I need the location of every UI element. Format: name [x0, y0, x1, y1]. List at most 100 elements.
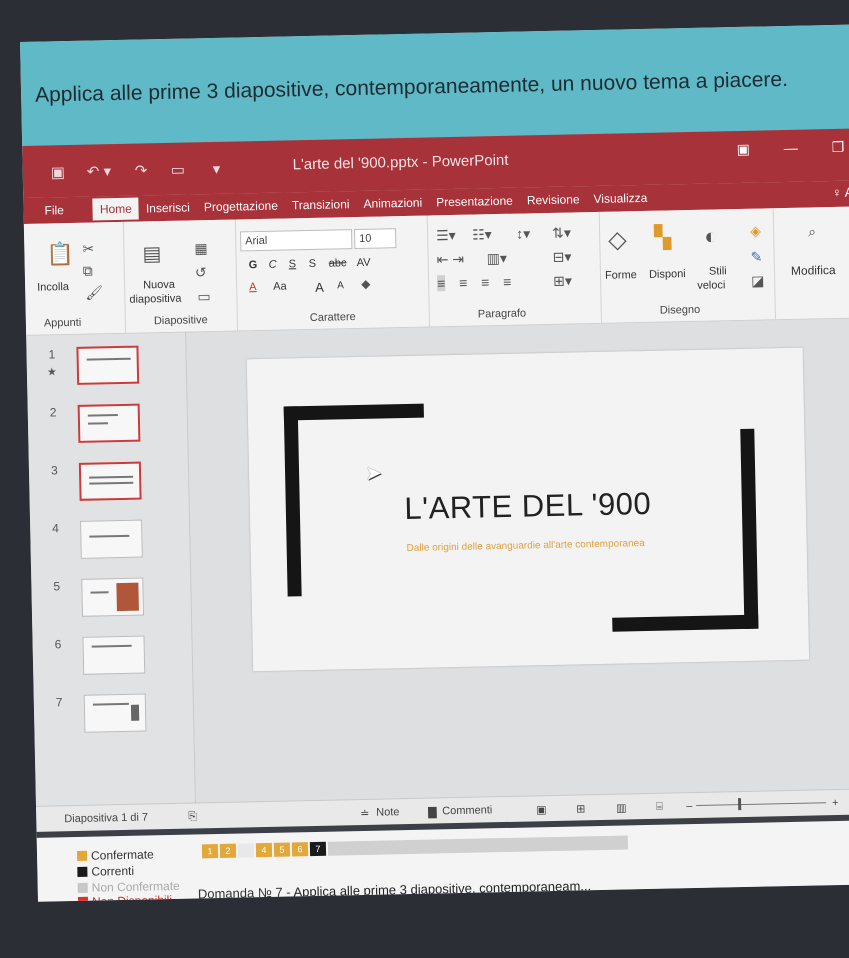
question-number-strip	[327, 835, 629, 856]
drawing-label: Disegno	[659, 303, 701, 317]
align-left-icon[interactable]: ≡	[436, 275, 446, 292]
minimize-icon[interactable]: —	[784, 140, 798, 157]
slide-thumbnail-1[interactable]	[76, 345, 140, 385]
font-size-input[interactable]: 10	[353, 228, 397, 250]
line-spacing-icon[interactable]: ↕▾	[516, 225, 530, 242]
comments-button[interactable]: Commenti	[442, 804, 492, 817]
zoom-out-icon[interactable]: –	[686, 800, 692, 812]
question-number-6[interactable]: 6	[291, 842, 309, 857]
text-direction-icon[interactable]: ⇅▾	[552, 225, 571, 242]
smartart-icon[interactable]: ⊞▾	[553, 272, 572, 289]
tab-animations[interactable]: Animazioni	[356, 191, 429, 215]
tab-transitions[interactable]: Transizioni	[285, 193, 357, 216]
tab-review[interactable]: Revisione	[520, 188, 587, 211]
lightbulb-icon[interactable]: ♀ A	[832, 185, 849, 200]
shapes-button[interactable]: Forme	[605, 269, 637, 282]
change-case-button[interactable]: Aa	[273, 280, 287, 292]
zoom-slider-thumb[interactable]	[737, 798, 742, 811]
slide-thumbnail-3[interactable]	[78, 461, 142, 501]
slideshow-view-icon[interactable]: ⌸	[656, 801, 663, 814]
zoom-in-button[interactable]: +	[832, 797, 839, 809]
question-number-5[interactable]: 5	[273, 842, 291, 857]
quick-styles-icon[interactable]: ◐	[704, 223, 718, 249]
align-center-icon[interactable]: ≡	[459, 275, 468, 291]
tab-view[interactable]: Visualizza	[586, 187, 654, 210]
shape-effects-icon[interactable]: ◪	[751, 272, 765, 289]
question-prompt: Domanda № 7 - Applica alle prime 3 diapo…	[198, 878, 592, 901]
comments-icon[interactable]: ▇	[428, 805, 437, 818]
bold-button[interactable]: G	[249, 259, 258, 271]
section-icon[interactable]: ▭	[197, 288, 211, 305]
question-number-1[interactable]: 1	[201, 844, 219, 859]
tab-home[interactable]: Home	[92, 197, 140, 221]
legend-confirmed-label: Confermate	[90, 847, 154, 863]
tab-design[interactable]: Progettazione	[197, 194, 286, 218]
normal-view-icon[interactable]: ▣	[536, 803, 547, 816]
slide-thumbnail-7[interactable]	[83, 693, 147, 733]
spell-check-icon[interactable]: ⎘	[188, 810, 197, 823]
editing-button[interactable]: Modifica	[791, 263, 836, 278]
notes-icon[interactable]: ≐	[360, 807, 369, 820]
reading-view-icon[interactable]: ▥	[616, 801, 627, 814]
question-number-2[interactable]: 2	[219, 843, 237, 858]
slide-thumbnail-2[interactable]	[77, 403, 141, 443]
slide-sorter-icon[interactable]: ⊞	[576, 802, 585, 815]
reset-icon[interactable]: ↺	[195, 264, 207, 281]
question-number-4[interactable]: 4	[255, 842, 273, 858]
shadow-button[interactable]: S	[309, 258, 317, 270]
shape-fill-icon[interactable]: ◈	[750, 223, 761, 240]
underline-button[interactable]: S	[289, 258, 297, 270]
columns-icon[interactable]: ▥▾	[486, 250, 507, 267]
redo-icon[interactable]: ↷	[135, 161, 148, 179]
tab-file[interactable]: File	[37, 199, 71, 222]
format-painter-icon[interactable]: 🖌	[85, 284, 103, 301]
new-slide-icon[interactable]: ▤	[142, 241, 161, 266]
save-icon[interactable]: ▣	[51, 163, 66, 181]
tab-slideshow[interactable]: Presentazione	[429, 190, 520, 214]
quick-styles-label-2[interactable]: veloci	[697, 279, 725, 292]
new-slide-label-1[interactable]: Nuova	[143, 279, 175, 292]
paste-icon[interactable]: 📋	[46, 241, 74, 268]
copy-icon[interactable]: ⧉	[83, 263, 93, 280]
slide-subtitle[interactable]: Dalle origini delle avanguardie all'arte…	[406, 536, 646, 556]
find-icon[interactable]: ⌕	[808, 223, 816, 240]
undo-icon[interactable]: ↶ ▾	[87, 162, 112, 181]
slide-title[interactable]: L'ARTE DEL '900	[250, 483, 807, 531]
ribbon-display-options-icon[interactable]: ▣	[736, 141, 750, 158]
customize-qat-icon[interactable]: ▾	[213, 160, 221, 178]
slide-thumbnail-5[interactable]	[81, 577, 145, 617]
bullets-icon[interactable]: ☰▾	[436, 227, 456, 244]
justify-icon[interactable]: ≡	[503, 274, 512, 290]
indent-icon[interactable]: ⇤ ⇥	[436, 251, 464, 269]
question-number-3[interactable]	[237, 843, 255, 858]
align-text-icon[interactable]: ⊟▾	[552, 249, 571, 266]
numbering-icon[interactable]: ☷▾	[472, 226, 492, 243]
shape-outline-icon[interactable]: ✎	[750, 249, 762, 266]
tab-insert[interactable]: Inserisci	[139, 196, 197, 219]
arrange-button[interactable]: Disponi	[649, 268, 686, 281]
cut-icon[interactable]: ✂	[82, 240, 94, 257]
slide-thumbnail-6[interactable]	[82, 635, 146, 675]
font-color-button[interactable]: A	[249, 281, 257, 293]
restore-icon[interactable]: ❐	[832, 139, 845, 156]
question-number-7[interactable]: 7	[309, 841, 327, 857]
current-slide[interactable]: L'ARTE DEL '900 Dalle origini delle avan…	[246, 347, 810, 672]
arrange-icon[interactable]: ▚	[654, 224, 671, 250]
italic-button[interactable]: C	[269, 259, 277, 271]
slide-thumbnail-4[interactable]	[80, 519, 143, 559]
grow-font-button[interactable]: A	[315, 280, 324, 295]
start-from-beginning-icon[interactable]: ▭	[171, 161, 186, 179]
new-slide-label-2[interactable]: diapositiva	[129, 293, 181, 306]
strikethrough-button[interactable]: abc	[329, 257, 347, 269]
layout-icon[interactable]: ▦	[194, 240, 208, 257]
paste-button[interactable]: Incolla	[37, 281, 69, 294]
shapes-icon[interactable]: ◇	[608, 225, 627, 254]
shrink-font-button[interactable]: A	[337, 280, 344, 291]
align-right-icon[interactable]: ≡	[481, 274, 490, 290]
font-name-input[interactable]: Arial	[240, 229, 353, 252]
character-spacing-button[interactable]: AV	[357, 257, 371, 269]
notes-button[interactable]: Note	[376, 806, 399, 818]
zoom-slider[interactable]	[696, 802, 827, 807]
quick-styles-label-1[interactable]: Stili	[709, 265, 727, 277]
clear-format-icon[interactable]: ◆	[361, 277, 371, 291]
